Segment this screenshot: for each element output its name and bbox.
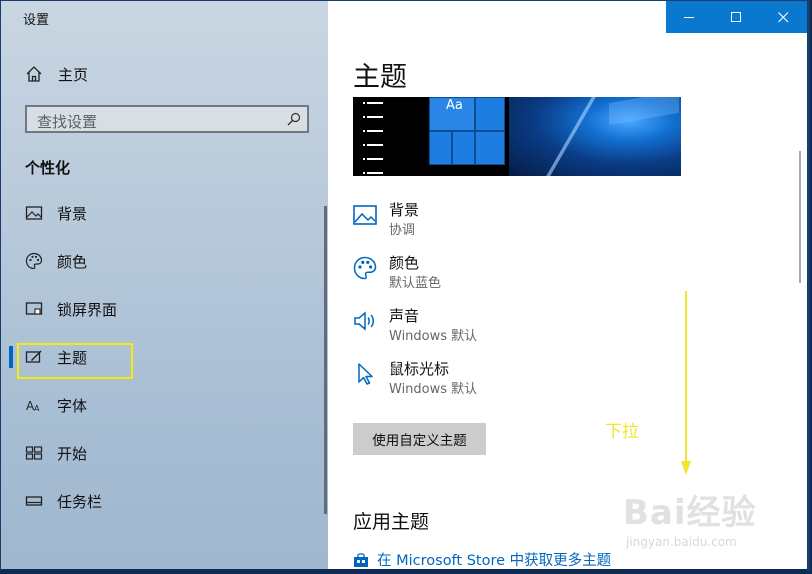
section-title: 个性化 bbox=[25, 159, 71, 177]
setting-name: 颜色 bbox=[389, 254, 420, 272]
sidebar-item-label: 锁屏界面 bbox=[57, 301, 118, 319]
palette-icon bbox=[353, 256, 377, 280]
lock-screen-icon bbox=[25, 302, 43, 315]
sidebar-item-label: 主页 bbox=[58, 66, 89, 84]
store-link-text: 在 Microsoft Store 中获取更多主题 bbox=[377, 553, 612, 569]
sidebar-item-label: 颜色 bbox=[57, 253, 88, 271]
home-icon bbox=[26, 66, 42, 82]
theme-settings-list: 背景 协调 颜色 默认蓝色 声音 Windows 默认 鼠标光标 Windows… bbox=[353, 197, 773, 409]
setting-color[interactable]: 颜色 默认蓝色 bbox=[353, 250, 773, 303]
setting-value: 协调 bbox=[389, 223, 416, 238]
search-icon bbox=[287, 112, 301, 126]
setting-name: 鼠标光标 bbox=[389, 360, 450, 378]
sidebar-item-home[interactable]: 主页 bbox=[1, 57, 328, 91]
store-icon bbox=[354, 552, 368, 567]
minimize-icon bbox=[684, 17, 694, 18]
maximize-button[interactable] bbox=[713, 1, 760, 33]
apply-theme-heading: 应用主题 bbox=[353, 511, 430, 533]
speaker-icon bbox=[354, 311, 374, 331]
preview-tiles: Aa bbox=[429, 97, 505, 167]
content-scrollbar[interactable] bbox=[799, 151, 801, 283]
setting-sound[interactable]: 声音 Windows 默认 bbox=[353, 303, 773, 356]
watermark-logo: Bai经验 bbox=[623, 493, 757, 533]
preview-start-list bbox=[363, 102, 383, 176]
sidebar-item-fonts[interactable]: A A 字体 bbox=[1, 381, 328, 429]
sidebar-item-background[interactable]: 背景 bbox=[1, 189, 328, 237]
sidebar-item-taskbar[interactable]: 任务栏 bbox=[1, 477, 328, 525]
arrow-down-icon bbox=[681, 291, 691, 475]
setting-mouse-cursor[interactable]: 鼠标光标 Windows 默认 bbox=[353, 356, 773, 409]
sidebar-item-lock-screen[interactable]: 锁屏界面 bbox=[1, 285, 328, 333]
watermark-url: jingyan.baidu.com bbox=[626, 535, 737, 549]
cursor-icon bbox=[358, 363, 373, 385]
font-icon: A A bbox=[26, 399, 40, 413]
setting-value: Windows 默认 bbox=[389, 382, 478, 397]
setting-value: Windows 默认 bbox=[389, 329, 478, 344]
image-icon bbox=[353, 205, 377, 225]
close-button[interactable] bbox=[760, 1, 807, 33]
palette-icon bbox=[25, 252, 43, 270]
settings-window: 设置 主页 查找设置 个性化 背景 颜色 锁屏界面 主题 A A 字体 开始 任… bbox=[0, 0, 810, 572]
image-icon bbox=[25, 206, 43, 220]
setting-value: 默认蓝色 bbox=[389, 276, 442, 291]
sidebar-scrollbar[interactable] bbox=[324, 206, 327, 514]
use-custom-theme-button[interactable]: 使用自定义主题 bbox=[353, 423, 486, 455]
active-indicator bbox=[9, 346, 13, 368]
start-icon bbox=[25, 446, 43, 460]
sidebar-item-start[interactable]: 开始 bbox=[1, 429, 328, 477]
setting-name: 背景 bbox=[389, 201, 420, 219]
preview-tile-text: Aa bbox=[446, 98, 463, 113]
sidebar-item-label: 背景 bbox=[57, 205, 88, 223]
minimize-button[interactable] bbox=[666, 1, 713, 33]
sidebar-item-label: 任务栏 bbox=[57, 493, 103, 511]
sidebar: 设置 主页 查找设置 个性化 背景 颜色 锁屏界面 主题 A A 字体 开始 任… bbox=[1, 1, 328, 569]
annotation-text: 下拉 bbox=[605, 422, 639, 442]
sidebar-item-colors[interactable]: 颜色 bbox=[1, 237, 328, 285]
preview-wallpaper bbox=[509, 97, 681, 176]
theme-preview: Aa bbox=[353, 97, 681, 176]
store-link[interactable]: 在 Microsoft Store 中获取更多主题 bbox=[353, 549, 612, 569]
close-icon bbox=[778, 12, 789, 23]
annotation-highlight-box bbox=[17, 343, 133, 379]
setting-background[interactable]: 背景 协调 bbox=[353, 197, 773, 250]
page-title: 主题 bbox=[353, 62, 407, 93]
title-bar-controls bbox=[666, 1, 807, 33]
app-title: 设置 bbox=[23, 13, 50, 28]
taskbar-icon bbox=[25, 496, 43, 506]
search-placeholder: 查找设置 bbox=[37, 113, 98, 131]
maximize-icon bbox=[731, 12, 741, 22]
search-input[interactable]: 查找设置 bbox=[25, 105, 309, 133]
svg-text:A: A bbox=[34, 404, 40, 413]
sidebar-item-label: 开始 bbox=[57, 445, 88, 463]
preview-tile: Aa bbox=[429, 97, 475, 131]
setting-name: 声音 bbox=[389, 307, 420, 325]
sidebar-item-label: 字体 bbox=[57, 397, 88, 415]
content-pane: 主题 Aa 背景 协调 颜色 默认蓝色 声音 Windows 默认 鼠标光标 W… bbox=[329, 1, 807, 569]
